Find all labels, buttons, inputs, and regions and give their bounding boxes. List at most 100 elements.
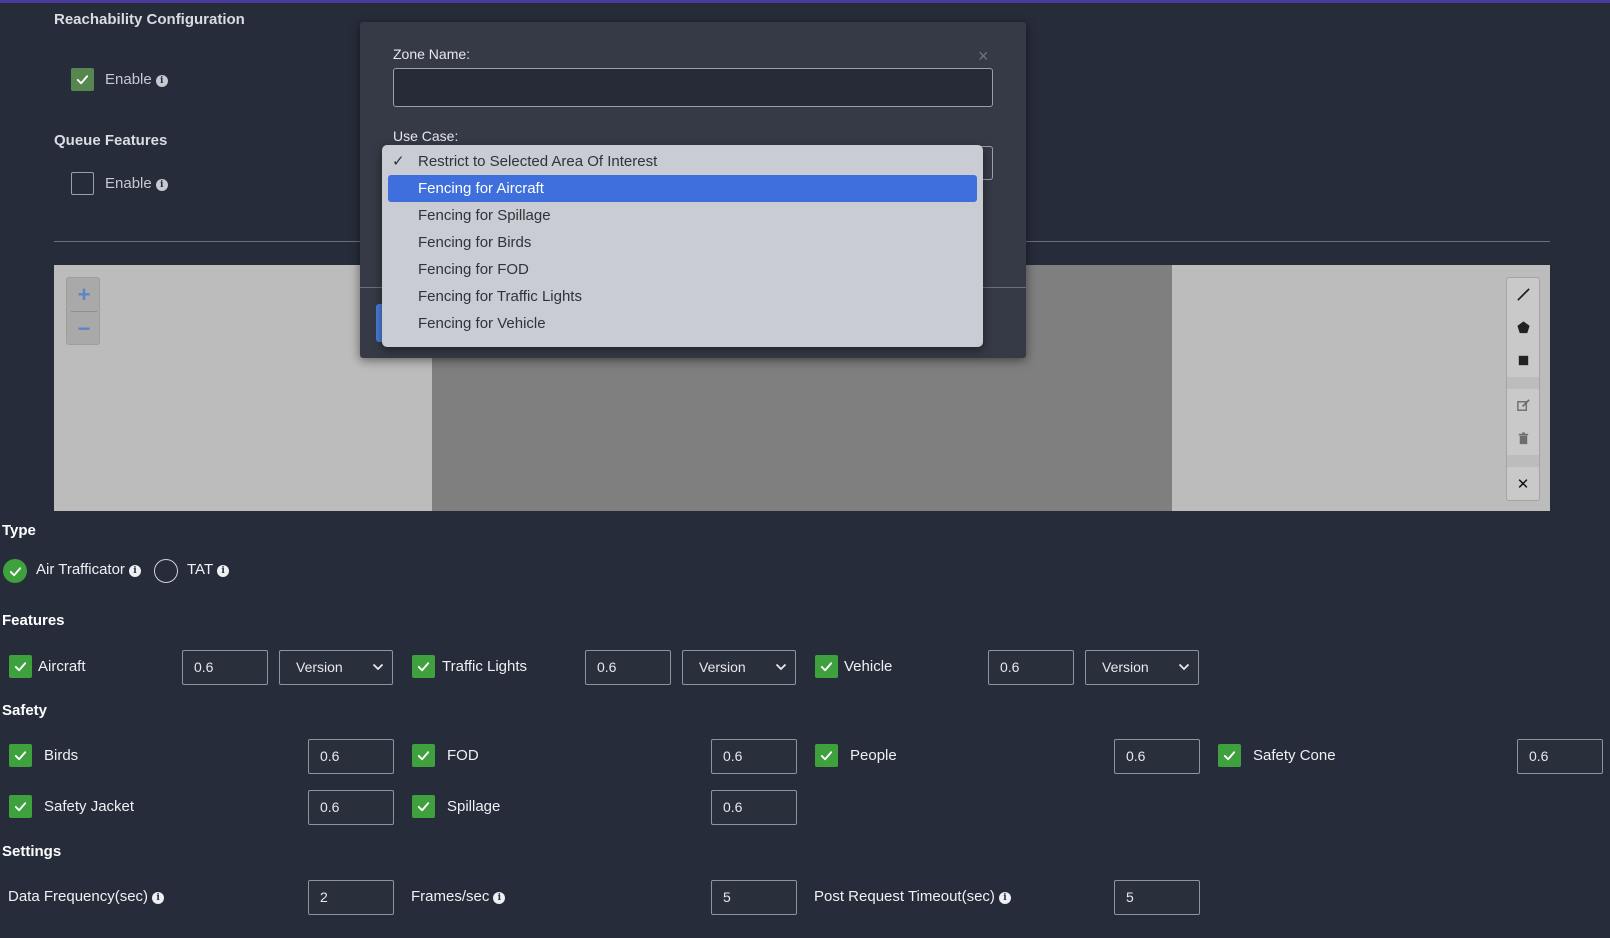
- check-icon: [9, 566, 21, 576]
- info-icon[interactable]: i: [128, 565, 141, 577]
- use-case-label: Use Case:: [393, 128, 459, 144]
- zoom-control: + −: [66, 277, 100, 345]
- check-icon: [820, 751, 833, 761]
- zoom-in-button[interactable]: +: [67, 278, 101, 312]
- draw-polygon-button[interactable]: [1507, 311, 1539, 344]
- check-icon: [1223, 751, 1236, 761]
- traffic-lights-checkbox[interactable]: [412, 655, 435, 678]
- info-icon[interactable]: i: [155, 75, 168, 87]
- aircraft-label: Aircraft: [38, 658, 86, 675]
- people-checkbox[interactable]: [815, 744, 838, 767]
- check-icon: [14, 662, 27, 672]
- chevron-down-icon: [775, 663, 787, 671]
- use-case-option-label: Restrict to Selected Area Of Interest: [418, 153, 658, 170]
- people-label: People: [850, 747, 897, 764]
- safety-jacket-label: Safety Jacket: [44, 798, 135, 815]
- use-case-option-label: Fencing for Vehicle: [418, 315, 546, 332]
- check-icon: [14, 802, 27, 812]
- use-case-option[interactable]: ✓ Restrict to Selected Area Of Interest: [388, 148, 977, 175]
- pentagon-icon: [1516, 321, 1530, 334]
- frames-per-sec-input[interactable]: 5: [711, 880, 797, 915]
- draw-toolbar: ✕: [1506, 277, 1540, 501]
- use-case-option[interactable]: Fencing for Vehicle: [388, 310, 977, 337]
- chevron-down-icon: [1178, 663, 1190, 671]
- use-case-option-label: Fencing for Aircraft: [418, 180, 544, 197]
- settings-title: Settings: [2, 843, 62, 860]
- use-case-dropdown: ✓ Restrict to Selected Area Of Interest Fe…: [382, 145, 983, 347]
- aircraft-version-select[interactable]: Version: [279, 650, 393, 685]
- vehicle-version-select[interactable]: Version: [1085, 650, 1199, 685]
- safety-jacket-threshold-input[interactable]: 0.6: [308, 790, 394, 825]
- safety-jacket-checkbox[interactable]: [9, 795, 32, 818]
- vehicle-threshold-input[interactable]: 0.6: [988, 650, 1074, 685]
- zone-name-label: Zone Name:: [393, 46, 471, 62]
- edit-icon: [1516, 399, 1530, 411]
- data-frequency-input[interactable]: 2: [308, 880, 394, 915]
- frames-per-sec-label: Frames/sec i: [411, 888, 506, 905]
- use-case-option[interactable]: Fencing for Aircraft: [388, 175, 977, 202]
- info-icon[interactable]: i: [493, 892, 506, 904]
- info-icon[interactable]: i: [998, 892, 1011, 904]
- spillage-checkbox[interactable]: [412, 795, 435, 818]
- use-case-option[interactable]: Fencing for Spillage: [388, 202, 977, 229]
- reachability-title: Reachability Configuration: [54, 11, 245, 28]
- draw-line-button[interactable]: [1507, 278, 1539, 311]
- delete-shape-button[interactable]: [1507, 422, 1539, 455]
- use-case-option-label: Fencing for Traffic Lights: [418, 288, 582, 305]
- info-icon[interactable]: i: [155, 179, 168, 191]
- post-request-timeout-label: Post Request Timeout(sec) i: [814, 888, 1011, 905]
- safety-cone-label: Safety Cone: [1253, 747, 1336, 764]
- safety-cone-checkbox[interactable]: [1218, 744, 1241, 767]
- toolbar-gap: [1507, 377, 1539, 389]
- birds-threshold-input[interactable]: 0.6: [308, 739, 394, 774]
- use-case-option-label: Fencing for FOD: [418, 261, 529, 278]
- tat-label: TAT i: [187, 561, 230, 578]
- trash-icon: [1518, 432, 1528, 445]
- fod-checkbox[interactable]: [412, 744, 435, 767]
- queue-enable-checkbox[interactable]: [71, 172, 94, 195]
- check-icon: [76, 75, 89, 85]
- use-case-option[interactable]: Fencing for FOD: [388, 256, 977, 283]
- traffic-lights-threshold-input[interactable]: 0.6: [585, 650, 671, 685]
- queue-enable-label: Enable i: [105, 175, 168, 192]
- data-frequency-label: Data Frequency(sec) i: [8, 888, 165, 905]
- air-trafficator-label: Air Trafficator i: [36, 561, 141, 578]
- vehicle-checkbox[interactable]: [815, 655, 838, 678]
- toolbar-gap: [1507, 455, 1539, 467]
- spillage-threshold-input[interactable]: 0.6: [711, 790, 797, 825]
- radio-tat[interactable]: [154, 559, 178, 583]
- zone-name-input[interactable]: [393, 68, 993, 107]
- check-icon: [14, 751, 27, 761]
- reachability-enable-checkbox[interactable]: [71, 68, 94, 91]
- zoom-out-button[interactable]: −: [67, 312, 101, 346]
- vehicle-label: Vehicle: [844, 658, 893, 675]
- features-title: Features: [2, 612, 65, 629]
- info-icon[interactable]: i: [217, 565, 230, 577]
- birds-label: Birds: [44, 747, 79, 764]
- post-request-timeout-input[interactable]: 5: [1114, 880, 1200, 915]
- radio-air-trafficator[interactable]: [3, 559, 27, 583]
- birds-checkbox[interactable]: [9, 744, 32, 767]
- square-icon: [1518, 355, 1528, 366]
- draw-rectangle-button[interactable]: [1507, 344, 1539, 377]
- modal-close-button[interactable]: ×: [978, 46, 989, 67]
- close-drawing-button[interactable]: ✕: [1507, 467, 1539, 500]
- checkmark-icon: ✓: [392, 153, 405, 170]
- use-case-option[interactable]: Fencing for Birds: [388, 229, 977, 256]
- edit-shape-button[interactable]: [1507, 389, 1539, 422]
- traffic-lights-version-select[interactable]: Version: [682, 650, 796, 685]
- safety-cone-threshold-input[interactable]: 0.6: [1517, 739, 1603, 774]
- queue-features-title: Queue Features: [54, 132, 168, 149]
- reachability-enable-label: Enable i: [105, 71, 168, 88]
- people-threshold-input[interactable]: 0.6: [1114, 739, 1200, 774]
- line-icon: [1516, 288, 1530, 301]
- aircraft-threshold-input[interactable]: 0.6: [182, 650, 268, 685]
- info-icon[interactable]: i: [152, 892, 165, 904]
- fod-threshold-input[interactable]: 0.6: [711, 739, 797, 774]
- aircraft-checkbox[interactable]: [9, 655, 32, 678]
- check-icon: [820, 662, 833, 672]
- check-icon: [417, 751, 430, 761]
- use-case-option-label: Fencing for Spillage: [418, 207, 551, 224]
- use-case-option-label: Fencing for Birds: [418, 234, 532, 251]
- use-case-option[interactable]: Fencing for Traffic Lights: [388, 283, 977, 310]
